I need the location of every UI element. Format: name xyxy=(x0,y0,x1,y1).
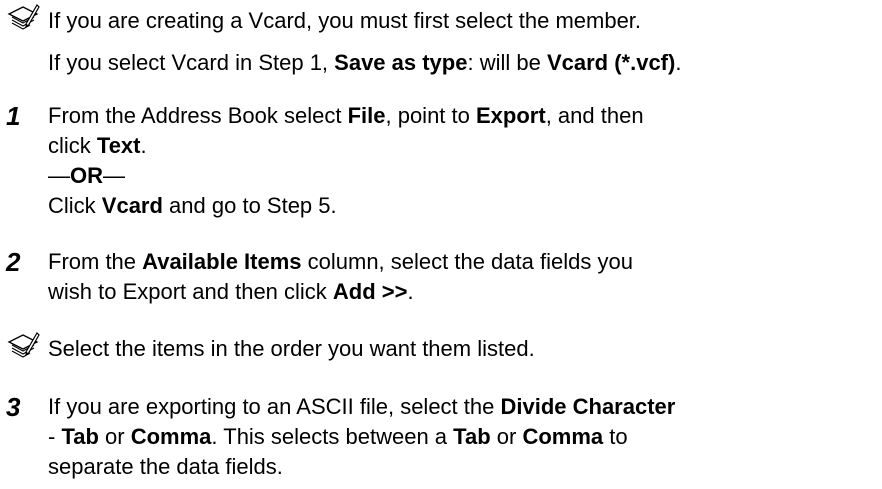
step-number: 1 xyxy=(6,101,21,131)
step-text: From the Address Book select File, point… xyxy=(48,103,644,218)
step-text: If you are exporting to an ASCII file, s… xyxy=(48,394,676,479)
note-pencil-icon xyxy=(7,4,40,30)
step-number: 2 xyxy=(6,247,21,277)
step-number: 3 xyxy=(6,392,21,422)
step-text: From the Available Items column, select … xyxy=(48,249,633,304)
note-line-2: If you select Vcard in Step 1, Save as t… xyxy=(48,50,682,75)
note-pencil-icon xyxy=(7,332,40,358)
note-text: If you are creating a Vcard, you must fi… xyxy=(48,6,681,78)
note-line-1: If you are creating a Vcard, you must fi… xyxy=(48,8,642,33)
note-text: Select the items in the order you want t… xyxy=(48,336,535,361)
